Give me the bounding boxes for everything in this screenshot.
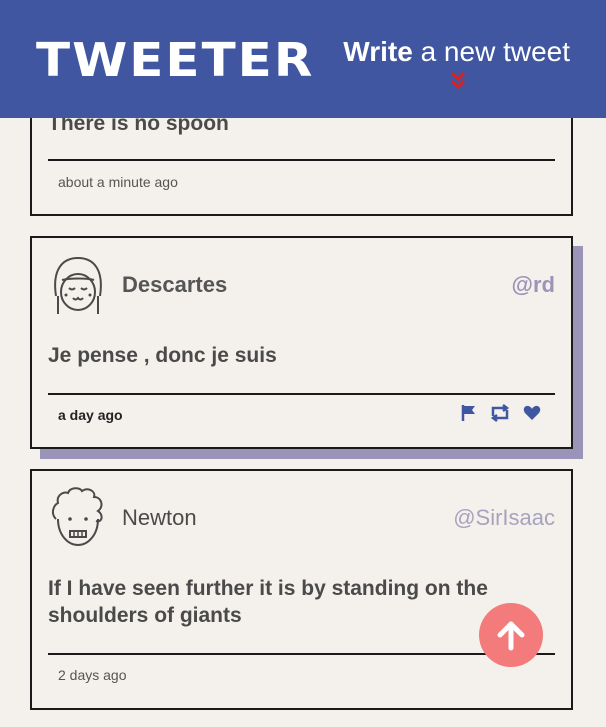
tweet-actions (461, 404, 541, 422)
compose-label-rest: a new tweet (412, 36, 570, 67)
tweet-content: If I have seen further it is by standing… (48, 577, 488, 627)
tweet-timestamp: a day ago (58, 407, 123, 423)
author-name[interactable]: Newton (122, 505, 197, 531)
girl-avatar-icon (54, 256, 102, 314)
top-nav: TWEETER Write a new tweet (0, 0, 606, 118)
author-handle[interactable]: @SirIsaac (453, 505, 555, 531)
tweet-card: Newton @SirIsaac If I have seen further … (30, 469, 573, 710)
tweet-card: Descartes @rd Je pense , donc je suis a … (30, 236, 573, 449)
tweet-timestamp: about a minute ago (58, 174, 178, 190)
author-handle[interactable]: @rd (512, 272, 555, 298)
flag-icon[interactable] (461, 404, 477, 422)
logo[interactable]: TWEETER (36, 30, 314, 91)
tweet-divider (48, 393, 555, 395)
tweet-divider (48, 653, 555, 655)
tweet-content: Je pense , donc je suis (48, 344, 277, 367)
heart-icon[interactable] (523, 404, 541, 422)
retweet-icon[interactable] (489, 404, 511, 422)
tweet-header: Newton @SirIsaac (48, 485, 555, 549)
arrow-up-icon (497, 621, 525, 651)
curly-hair-avatar-icon (51, 487, 103, 547)
scroll-to-top-button[interactable] (479, 603, 543, 667)
tweet-header: Descartes @rd (48, 252, 555, 316)
tweet-divider (48, 159, 555, 161)
write-tweet-toggle[interactable]: Write a new tweet (343, 34, 570, 70)
tweet-timestamp: 2 days ago (58, 667, 127, 683)
author-name[interactable]: Descartes (122, 272, 227, 298)
double-chevron-down-icon[interactable] (450, 70, 466, 92)
compose-label-strong: Write (343, 36, 413, 67)
